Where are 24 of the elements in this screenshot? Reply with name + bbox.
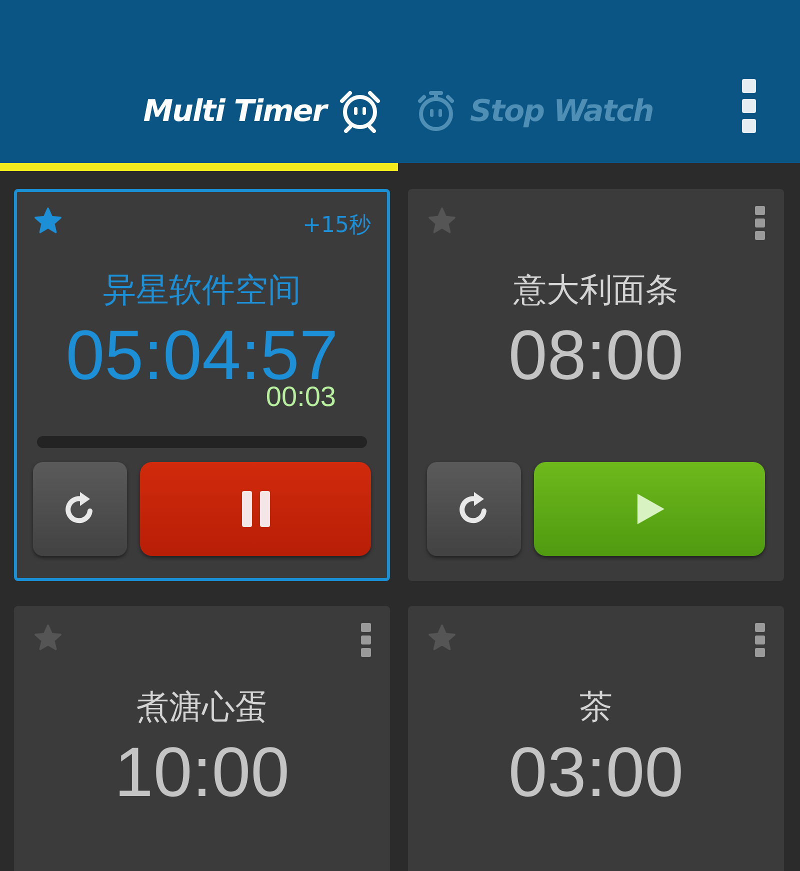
timer-name: 异星软件空间 — [102, 269, 302, 311]
pause-button[interactable] — [140, 462, 371, 556]
timer-card[interactable]: 煮溏心蛋 10:00 — [14, 606, 390, 871]
star-icon[interactable] — [33, 623, 63, 653]
star-icon[interactable] — [427, 623, 457, 653]
tab[interactable]: Multi Timer — [0, 89, 400, 133]
timer-card[interactable]: 茶 03:00 — [408, 606, 784, 871]
reset-button[interactable] — [427, 462, 521, 556]
reset-button[interactable] — [33, 462, 127, 556]
timer-time: 10:00 — [113, 735, 291, 809]
timer-time: 08:00 — [507, 318, 685, 392]
star-icon[interactable] — [33, 206, 63, 236]
timer-name: 意大利面条 — [512, 269, 680, 311]
timer-name: 茶 — [578, 686, 614, 728]
timer-name: 煮溏心蛋 — [135, 686, 269, 728]
timer-time: 03:00 — [507, 735, 685, 809]
more-options-icon[interactable] — [361, 623, 371, 657]
more-options-icon[interactable] — [755, 206, 765, 240]
start-button[interactable] — [534, 462, 765, 556]
more-options-icon[interactable] — [755, 623, 765, 657]
alarm-clock-icon — [338, 89, 382, 133]
timer-card[interactable]: 意大利面条 08:00 — [408, 189, 784, 581]
star-icon[interactable] — [427, 206, 457, 236]
overflow-menu-icon[interactable] — [742, 79, 756, 133]
